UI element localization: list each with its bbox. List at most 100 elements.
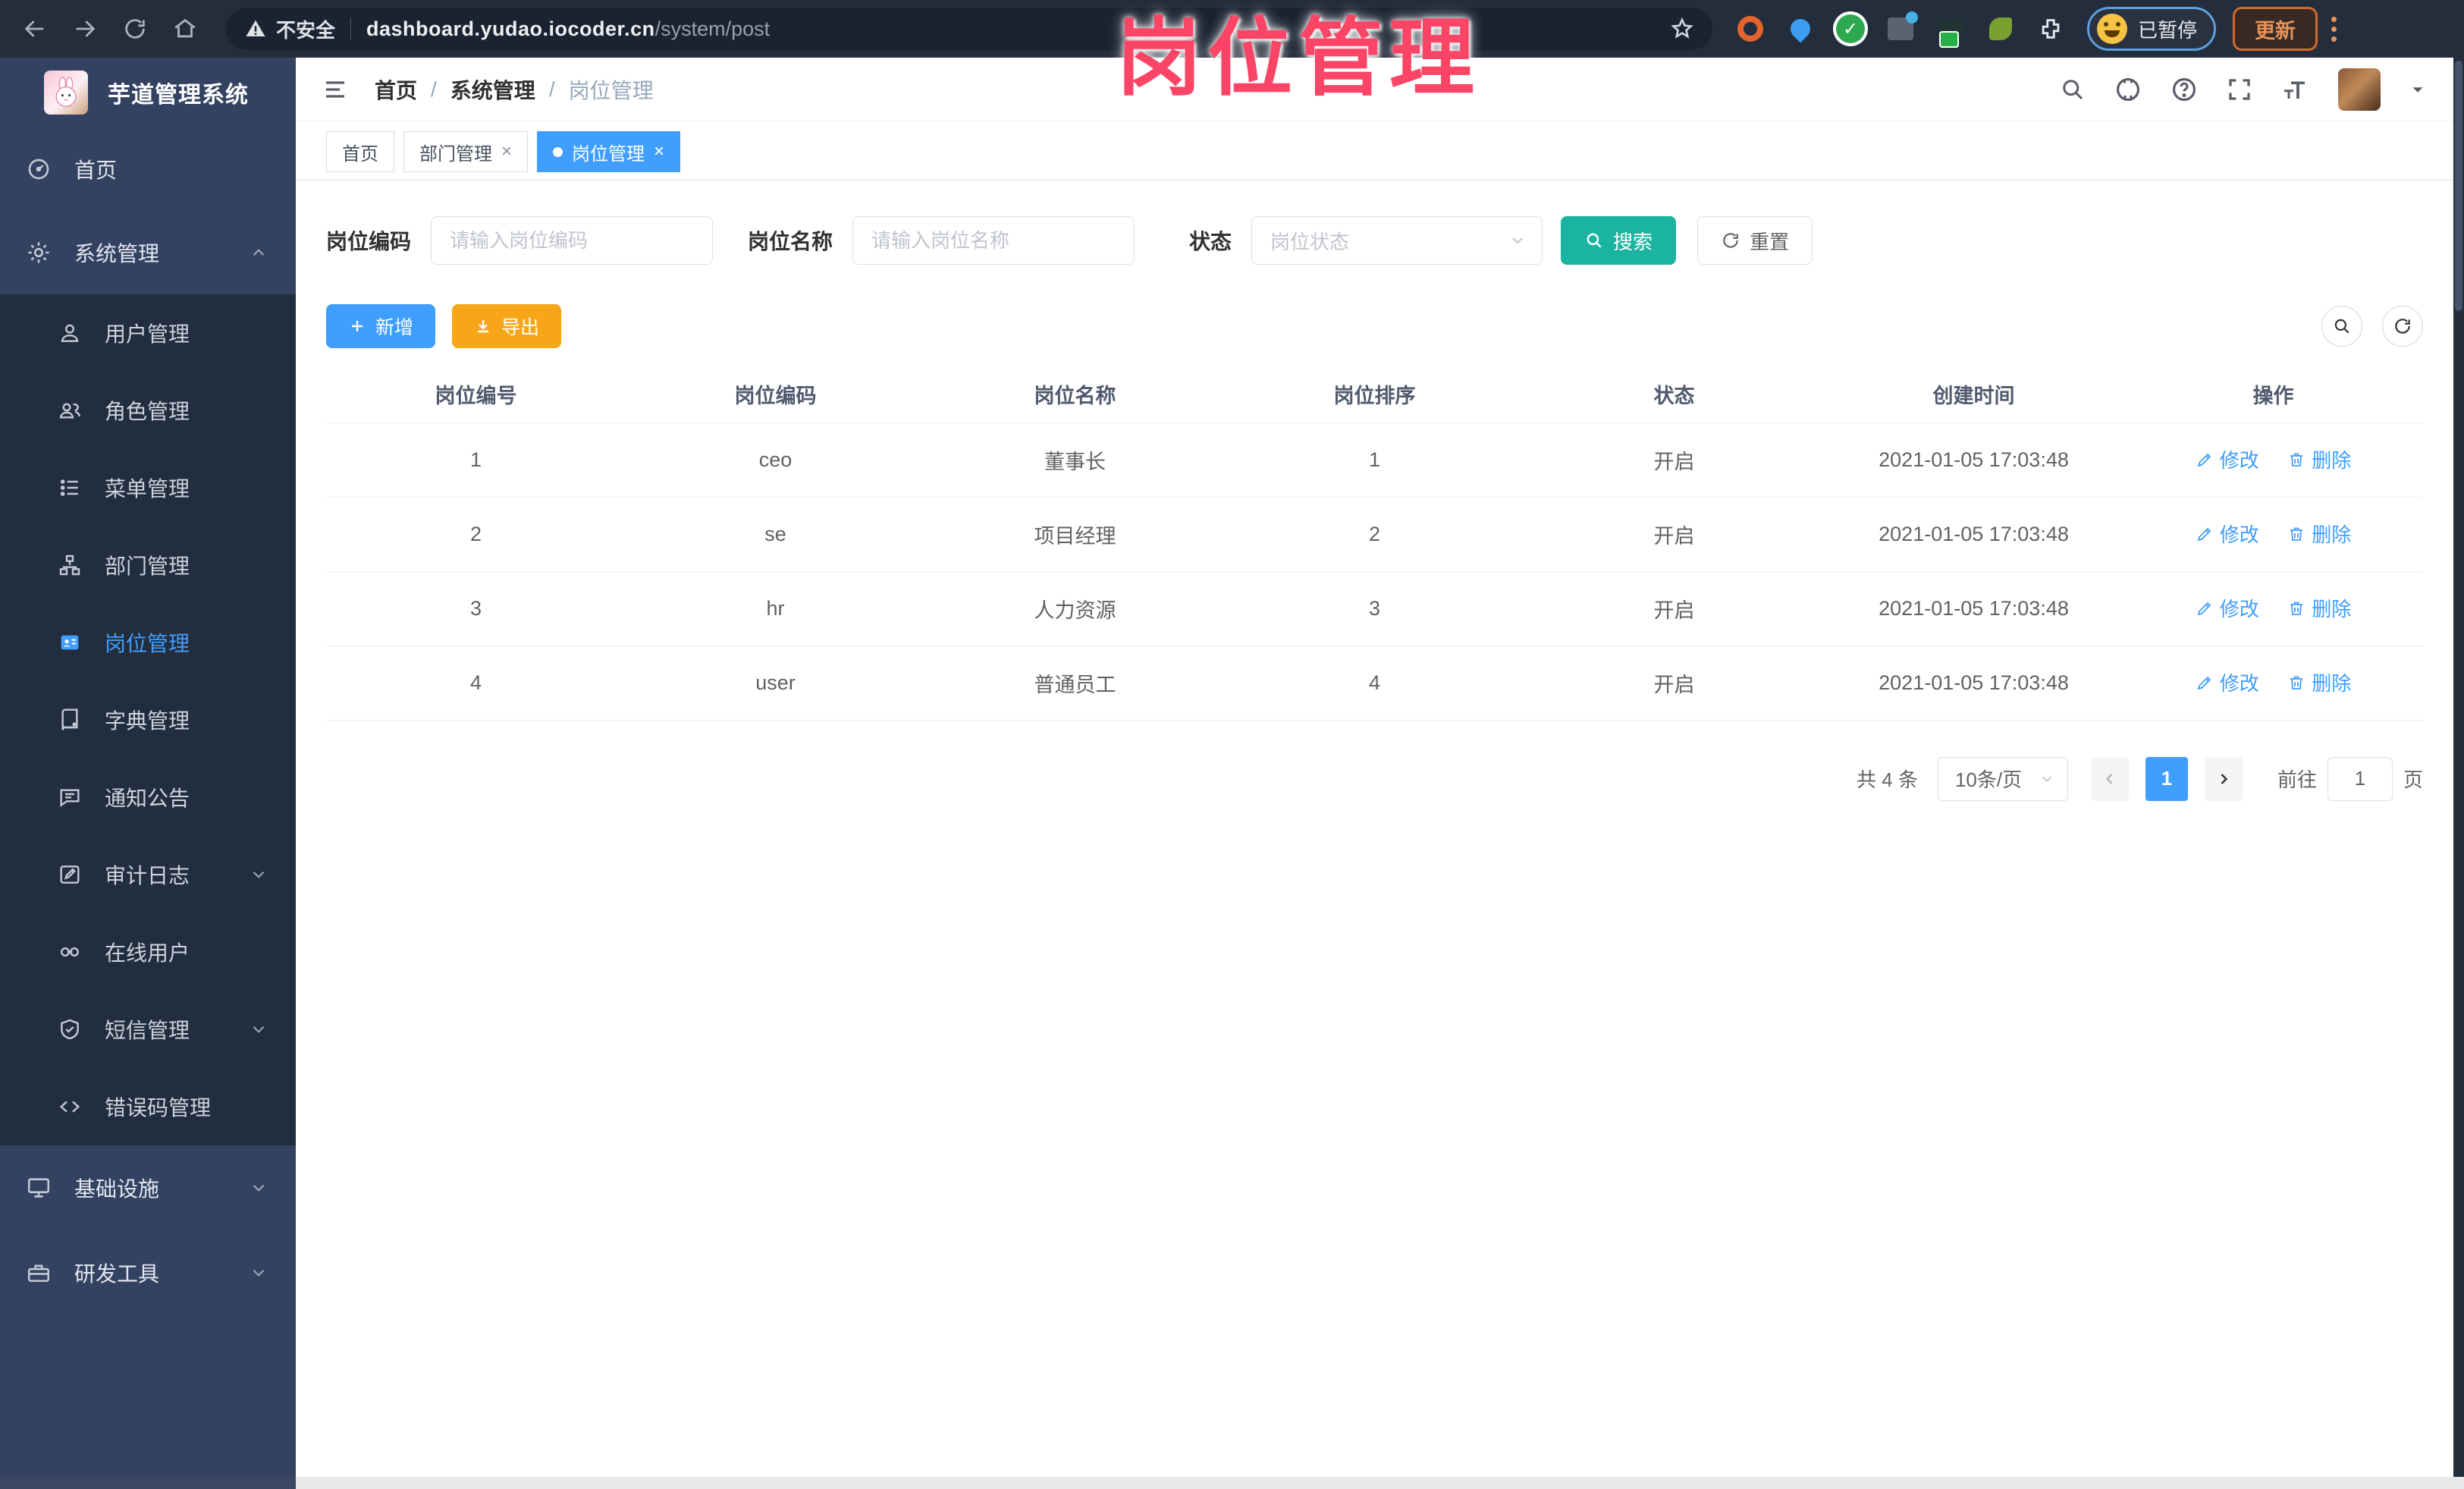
sidebar-item-home[interactable]: 首页 bbox=[0, 127, 296, 211]
reset-button-label: 重置 bbox=[1750, 230, 1790, 253]
browser-update-button[interactable]: 更新 bbox=[2233, 7, 2318, 51]
sidebar-item-departments[interactable]: 部门管理 bbox=[0, 526, 296, 604]
sidebar-item-menus[interactable]: 菜单管理 bbox=[0, 449, 296, 526]
sidebar-item-infrastructure[interactable]: 基础设施 bbox=[0, 1145, 296, 1230]
sidebar-item-label: 部门管理 bbox=[105, 554, 190, 578]
search-icon bbox=[1587, 233, 1602, 248]
tab-departments[interactable]: 部门管理 × bbox=[403, 131, 529, 172]
prev-page-button[interactable] bbox=[2090, 756, 2129, 801]
delete-link[interactable]: 删除 bbox=[2287, 445, 2351, 473]
sidebar-item-dev-tools[interactable]: 研发工具 bbox=[0, 1230, 296, 1315]
scrollbar-thumb[interactable] bbox=[2455, 61, 2462, 311]
refresh-icon bbox=[2395, 319, 2410, 334]
cell-post-id: 4 bbox=[326, 646, 626, 721]
cell-post-code: hr bbox=[626, 571, 925, 646]
dots-icon bbox=[2331, 36, 2337, 42]
sidebar-item-online-users[interactable]: 在线用户 bbox=[0, 913, 296, 991]
browser-back-button[interactable] bbox=[15, 9, 55, 49]
sidebar-item-roles[interactable]: 角色管理 bbox=[0, 372, 296, 449]
extension-button-1[interactable] bbox=[1735, 14, 1766, 44]
post-name-input[interactable] bbox=[852, 216, 1135, 265]
toolbox-icon bbox=[26, 1260, 52, 1286]
sidebar-item-error-codes[interactable]: 错误码管理 bbox=[0, 1068, 296, 1145]
extension-button-3[interactable]: ✓ bbox=[1835, 14, 1866, 44]
extension-button-6[interactable] bbox=[1985, 14, 2016, 44]
sidebar-item-posts[interactable]: 岗位管理 bbox=[0, 604, 296, 681]
refresh-table-button[interactable] bbox=[2382, 306, 2423, 347]
browser-reload-button[interactable] bbox=[115, 9, 155, 49]
goto-page-input[interactable] bbox=[2327, 756, 2393, 801]
edit-label: 修改 bbox=[2219, 523, 2259, 547]
add-button[interactable]: 新增 bbox=[326, 304, 436, 348]
sidebar-item-label: 短信管理 bbox=[105, 1019, 190, 1042]
extension-icon bbox=[1737, 16, 1763, 42]
collapse-sidebar-button[interactable] bbox=[322, 76, 349, 103]
page-scrollbar[interactable] bbox=[2453, 58, 2464, 1489]
tab-home[interactable]: 首页 bbox=[326, 131, 394, 172]
pencil-icon bbox=[2197, 453, 2211, 467]
expand-icon bbox=[2229, 78, 2250, 100]
close-icon[interactable]: × bbox=[654, 141, 664, 162]
edit-link[interactable]: 修改 bbox=[2196, 520, 2259, 548]
header-search-button[interactable] bbox=[2059, 76, 2086, 103]
reset-button[interactable]: 重置 bbox=[1697, 216, 1813, 265]
tab-posts[interactable]: 岗位管理 × bbox=[537, 131, 681, 172]
table-toolbar: 新增 导出 bbox=[326, 304, 2423, 348]
edit-link[interactable]: 修改 bbox=[2196, 594, 2259, 622]
cell-create-time: 2021-01-05 17:03:48 bbox=[1824, 571, 2123, 646]
delete-link[interactable]: 删除 bbox=[2287, 520, 2351, 548]
address-bar[interactable]: 不安全 dashboard.yudao.iocoder.cn /system/p… bbox=[226, 8, 1712, 50]
breadcrumb-home[interactable]: 首页 bbox=[375, 74, 417, 105]
font-size-button[interactable] bbox=[2280, 76, 2311, 103]
edit-link[interactable]: 修改 bbox=[2196, 445, 2259, 473]
extensions-menu-button[interactable] bbox=[2036, 14, 2066, 44]
hamburger-icon bbox=[326, 80, 344, 98]
app-logo[interactable]: 芋道管理系统 bbox=[0, 58, 296, 127]
help-button[interactable] bbox=[2170, 75, 2199, 104]
search-button[interactable]: 搜索 bbox=[1561, 216, 1677, 265]
fullscreen-button[interactable] bbox=[2226, 76, 2253, 103]
browser-home-button[interactable] bbox=[165, 9, 205, 49]
page-size-select[interactable]: 10条/页 bbox=[1937, 756, 2068, 801]
sidebar-item-audit-logs[interactable]: 审计日志 bbox=[0, 836, 296, 913]
site-security[interactable]: 不安全 bbox=[244, 15, 335, 43]
user-menu-button[interactable] bbox=[2408, 80, 2428, 99]
pagination-total: 共 4 条 bbox=[1857, 768, 1918, 791]
profile-paused-badge[interactable]: 已暂停 bbox=[2087, 7, 2217, 51]
extension-button-4[interactable] bbox=[1885, 11, 1918, 44]
sidebar-item-dicts[interactable]: 字典管理 bbox=[0, 681, 296, 759]
sidebar-item-notices[interactable]: 通知公告 bbox=[0, 759, 296, 836]
plus-icon bbox=[352, 321, 363, 331]
dots-icon bbox=[2331, 26, 2337, 32]
edit-link[interactable]: 修改 bbox=[2196, 668, 2259, 696]
annotation-watermark: 岗位管理 bbox=[1116, 11, 1480, 105]
github-link[interactable] bbox=[2114, 75, 2142, 104]
export-button[interactable]: 导出 bbox=[452, 304, 562, 348]
status-select[interactable]: 岗位状态 bbox=[1251, 216, 1543, 265]
breadcrumb-system[interactable]: 系统管理 bbox=[450, 74, 535, 105]
sidebar-item-users[interactable]: 用户管理 bbox=[0, 294, 296, 372]
pencil-icon bbox=[2197, 602, 2211, 616]
browser-forward-button[interactable] bbox=[65, 9, 105, 49]
delete-link[interactable]: 删除 bbox=[2287, 668, 2351, 696]
sidebar-item-system[interactable]: 系统管理 bbox=[0, 211, 296, 294]
post-code-input[interactable] bbox=[431, 216, 714, 265]
browser-menu-button[interactable] bbox=[2331, 16, 2337, 42]
user-avatar[interactable] bbox=[2338, 68, 2381, 111]
table-row: 2 se 项目经理 2 开启 2021-01-05 17:03:48 修改 删除 bbox=[326, 497, 2423, 572]
toggle-search-button[interactable] bbox=[2321, 306, 2362, 347]
font-size-icon bbox=[2284, 81, 2305, 99]
close-icon[interactable]: × bbox=[501, 141, 512, 162]
next-page-button[interactable] bbox=[2204, 756, 2243, 801]
delete-link[interactable]: 删除 bbox=[2287, 594, 2351, 622]
refresh-icon bbox=[1723, 233, 1738, 248]
sidebar-item-label: 用户管理 bbox=[105, 322, 190, 346]
cell-post-sort: 2 bbox=[1225, 497, 1524, 572]
sidebar-item-sms[interactable]: 短信管理 bbox=[0, 991, 296, 1068]
logo-rabbit-icon bbox=[44, 71, 88, 115]
extension-button-5[interactable] bbox=[1935, 14, 1966, 48]
page-number-current[interactable]: 1 bbox=[2145, 756, 2188, 801]
github-icon bbox=[2116, 77, 2140, 101]
extension-button-2[interactable] bbox=[1785, 14, 1816, 44]
bookmark-star-button[interactable] bbox=[1670, 17, 1694, 41]
